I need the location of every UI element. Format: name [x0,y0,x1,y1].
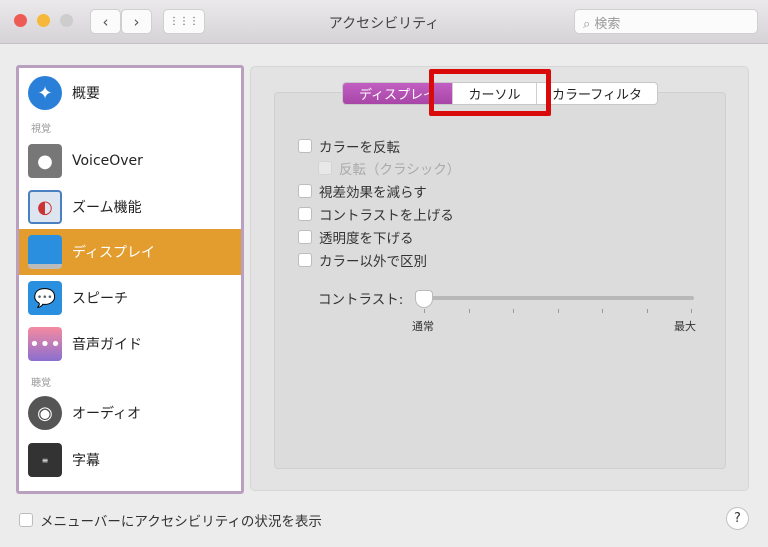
checkbox[interactable] [298,139,312,153]
checkbox[interactable] [298,184,312,198]
sidebar-item-captions[interactable]: ≡ 字幕 [19,437,241,483]
differentiate-without-color-checkbox[interactable]: カラー以外で区別 [298,250,427,270]
invert-colors-checkbox[interactable]: カラーを反転 [298,136,400,156]
sidebar-item-voiceover[interactable]: ● VoiceOver [19,138,241,184]
sidebar-item-speech[interactable]: 💬 スピーチ [19,275,241,321]
contrast-min-label: 通常 [412,320,434,333]
slider-tick [424,309,425,313]
checkbox-label: カラーを反転 [319,140,400,156]
sidebar-item-label: オーディオ [72,406,142,422]
speaker-icon: ◉ [28,396,62,430]
contrast-label: コントラスト: [318,292,404,308]
contrast-max-label: 最大 [674,320,696,333]
sidebar-item-label: VoiceOver [72,153,143,169]
tab-color-filters[interactable]: カラーフィルタ [537,83,657,104]
checkbox[interactable] [19,513,33,527]
title-bar: ‹ › ⋮⋮⋮ アクセシビリティ ⌕ 検索 [0,0,768,44]
checkbox-label: 反転（クラシック） [339,162,461,178]
help-button[interactable]: ? [726,507,749,530]
sidebar-item-label: 概要 [72,86,100,102]
sidebar: ✦ 概要 視覚 ● VoiceOver ◐ ズーム機能 ディスプレイ 💬 スピーチ ••… [16,65,244,494]
speech-icon: 💬 [28,281,62,315]
checkbox-label: 透明度を下げる [319,231,414,247]
reduce-motion-checkbox[interactable]: 視差効果を減らす [298,181,427,201]
sidebar-item-label: スピーチ [72,291,128,307]
sidebar-item-label: ディスプレイ [72,245,156,261]
descriptions-icon: ••• [28,327,62,361]
accessibility-icon: ✦ [28,76,62,110]
display-icon [28,235,62,269]
slider-tick [513,309,514,313]
checkbox[interactable] [298,207,312,221]
increase-contrast-checkbox[interactable]: コントラストを上げる [298,204,454,224]
section-vision: 視覚 [31,124,51,135]
show-in-menubar-checkbox[interactable]: メニューバーにアクセシビリティの状況を表示 [19,510,322,530]
zoom-icon: ◐ [28,190,62,224]
contrast-slider-track[interactable] [424,296,694,300]
classic-invert-checkbox: 反転（クラシック） [318,158,460,178]
voiceover-icon: ● [28,144,62,178]
checkbox-label: 視差効果を減らす [319,185,427,201]
checkbox-label: カラー以外で区別 [319,254,427,270]
search-field[interactable]: ⌕ 検索 [574,9,758,34]
captions-icon: ≡ [28,443,62,477]
checkbox[interactable] [298,230,312,244]
sidebar-item-label: 字幕 [72,453,100,469]
contrast-slider-knob[interactable] [415,290,433,308]
slider-tick [602,309,603,313]
sidebar-item-label: ズーム機能 [72,200,142,216]
highlight-box [429,69,551,116]
sidebar-item-overview[interactable]: ✦ 概要 [19,70,241,116]
slider-tick [557,309,559,313]
sidebar-item-audio[interactable]: ◉ オーディオ [19,390,241,436]
sidebar-item-descriptions[interactable]: ••• 音声ガイド [19,321,241,367]
search-icon: ⌕ [583,17,595,32]
slider-tick [691,309,692,313]
checkbox [318,161,332,175]
checkbox-label: メニューバーにアクセシビリティの状況を表示 [40,514,322,530]
sidebar-item-zoom[interactable]: ◐ ズーム機能 [19,184,241,230]
checkbox[interactable] [298,253,312,267]
slider-tick [468,309,470,313]
checkbox-label: コントラストを上げる [319,208,454,224]
reduce-transparency-checkbox[interactable]: 透明度を下げる [298,227,414,247]
sidebar-item-display[interactable]: ディスプレイ [19,229,241,275]
section-hearing: 聴覚 [31,378,51,389]
slider-tick [646,309,648,313]
search-placeholder: 検索 [594,17,621,32]
sidebar-item-label: 音声ガイド [72,337,142,353]
